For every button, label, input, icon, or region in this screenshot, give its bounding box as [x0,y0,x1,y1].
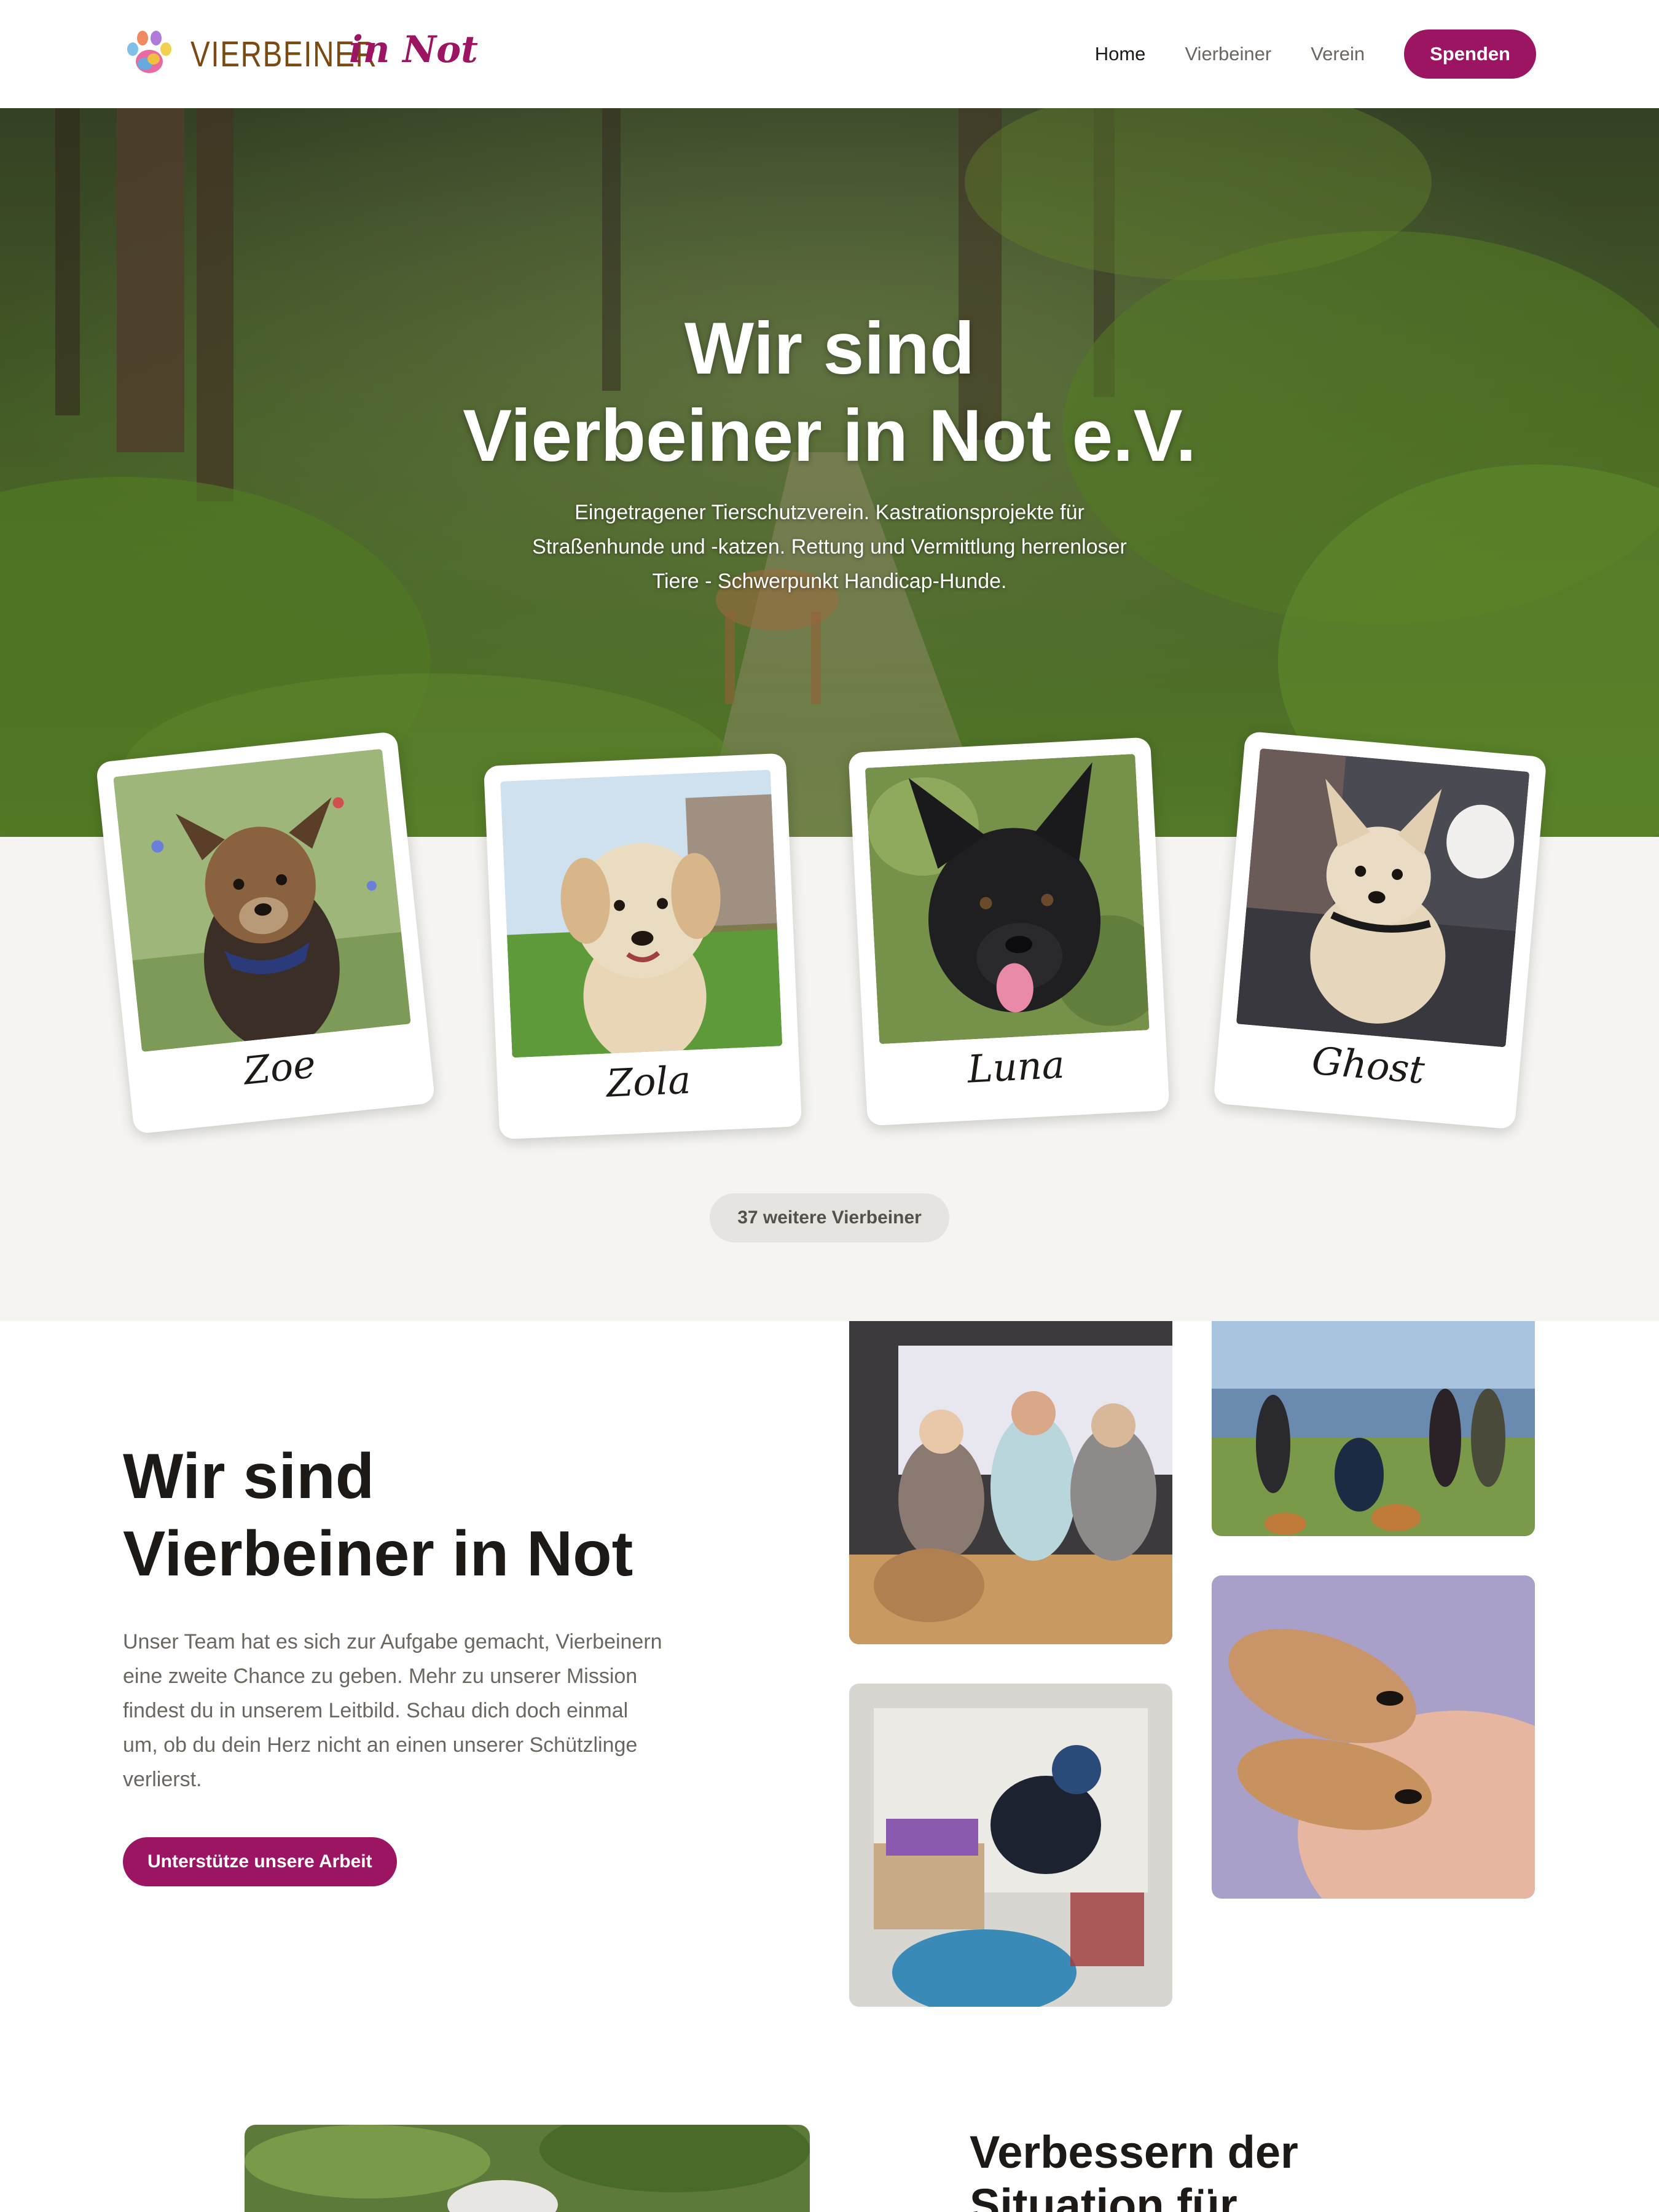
hero-section: Wir sind Vierbeiner in Not e.V. Eingetra… [0,108,1659,837]
about-title-line1: Wir sind [123,1441,375,1512]
hero-subtitle-line1: Eingetragener Tierschutzverein. Kastrati… [575,501,1084,524]
main-nav: Home Vierbeiner Verein Spenden [1056,29,1536,79]
donations-van-photo [849,1684,1172,2007]
hero-title-line1: Wir sind [684,307,975,390]
more-animals-button[interactable]: 37 weitere Vierbeiner [710,1193,949,1242]
donate-button[interactable]: Spenden [1404,29,1536,79]
nav-verein[interactable]: Verein [1311,43,1365,65]
about-title-line2: Vierbeiner in Not [123,1518,633,1590]
next-title-line1: Verbessern der [970,2127,1298,2178]
animal-card-luna[interactable]: Luna [848,737,1170,1126]
about-title: Wir sind Vierbeiner in Not [123,1438,737,1593]
animal-photo-zola [500,769,783,1058]
next-title-line2: Situation für [970,2179,1237,2212]
animal-photo-ghost [1236,748,1530,1048]
animal-card-zoe[interactable]: Zoe [95,731,436,1135]
hero-subtitle-line3: Tiere - Schwerpunkt Handicap-Hunde. [652,570,1007,593]
animal-photo-luna [865,753,1150,1045]
paw-icon [127,31,171,73]
site-header: VIERBEINER in Not Home Vierbeiner Verein… [0,0,1659,108]
logo-script: in Not [349,28,478,71]
tv-team-photo [1212,1321,1535,1536]
animal-card-zola[interactable]: Zola [483,753,802,1140]
nav-home[interactable]: Home [1095,43,1146,65]
next-section-title: Verbessern der Situation für [970,2126,1523,2212]
hero-subtitle: Eingetragener Tierschutzverein. Kastrati… [504,495,1155,598]
animal-name-zola: Zola [605,1057,692,1106]
hero-title-line2: Vierbeiner in Not e.V. [463,394,1196,477]
hero-title: Wir sind Vierbeiner in Not e.V. [0,305,1659,479]
animal-photo-zoe [113,748,411,1053]
nav-vierbeiner[interactable]: Vierbeiner [1185,43,1271,65]
team-photo [849,1321,1172,1644]
hero-subtitle-line2: Straßenhunde und -katzen. Rettung und Ve… [532,535,1127,559]
animal-card-ghost[interactable]: Ghost [1213,731,1547,1130]
site-logo[interactable]: VIERBEINER in Not [123,27,478,82]
animal-name-luna: Luna [966,1041,1066,1092]
about-text: Unser Team hat es sich zur Aufgabe gemac… [123,1630,662,1791]
support-button[interactable]: Unterstütze unsere Arbeit [123,1837,397,1886]
paw-in-hand-photo [1212,1575,1535,1899]
next-section-photo [245,2125,810,2212]
